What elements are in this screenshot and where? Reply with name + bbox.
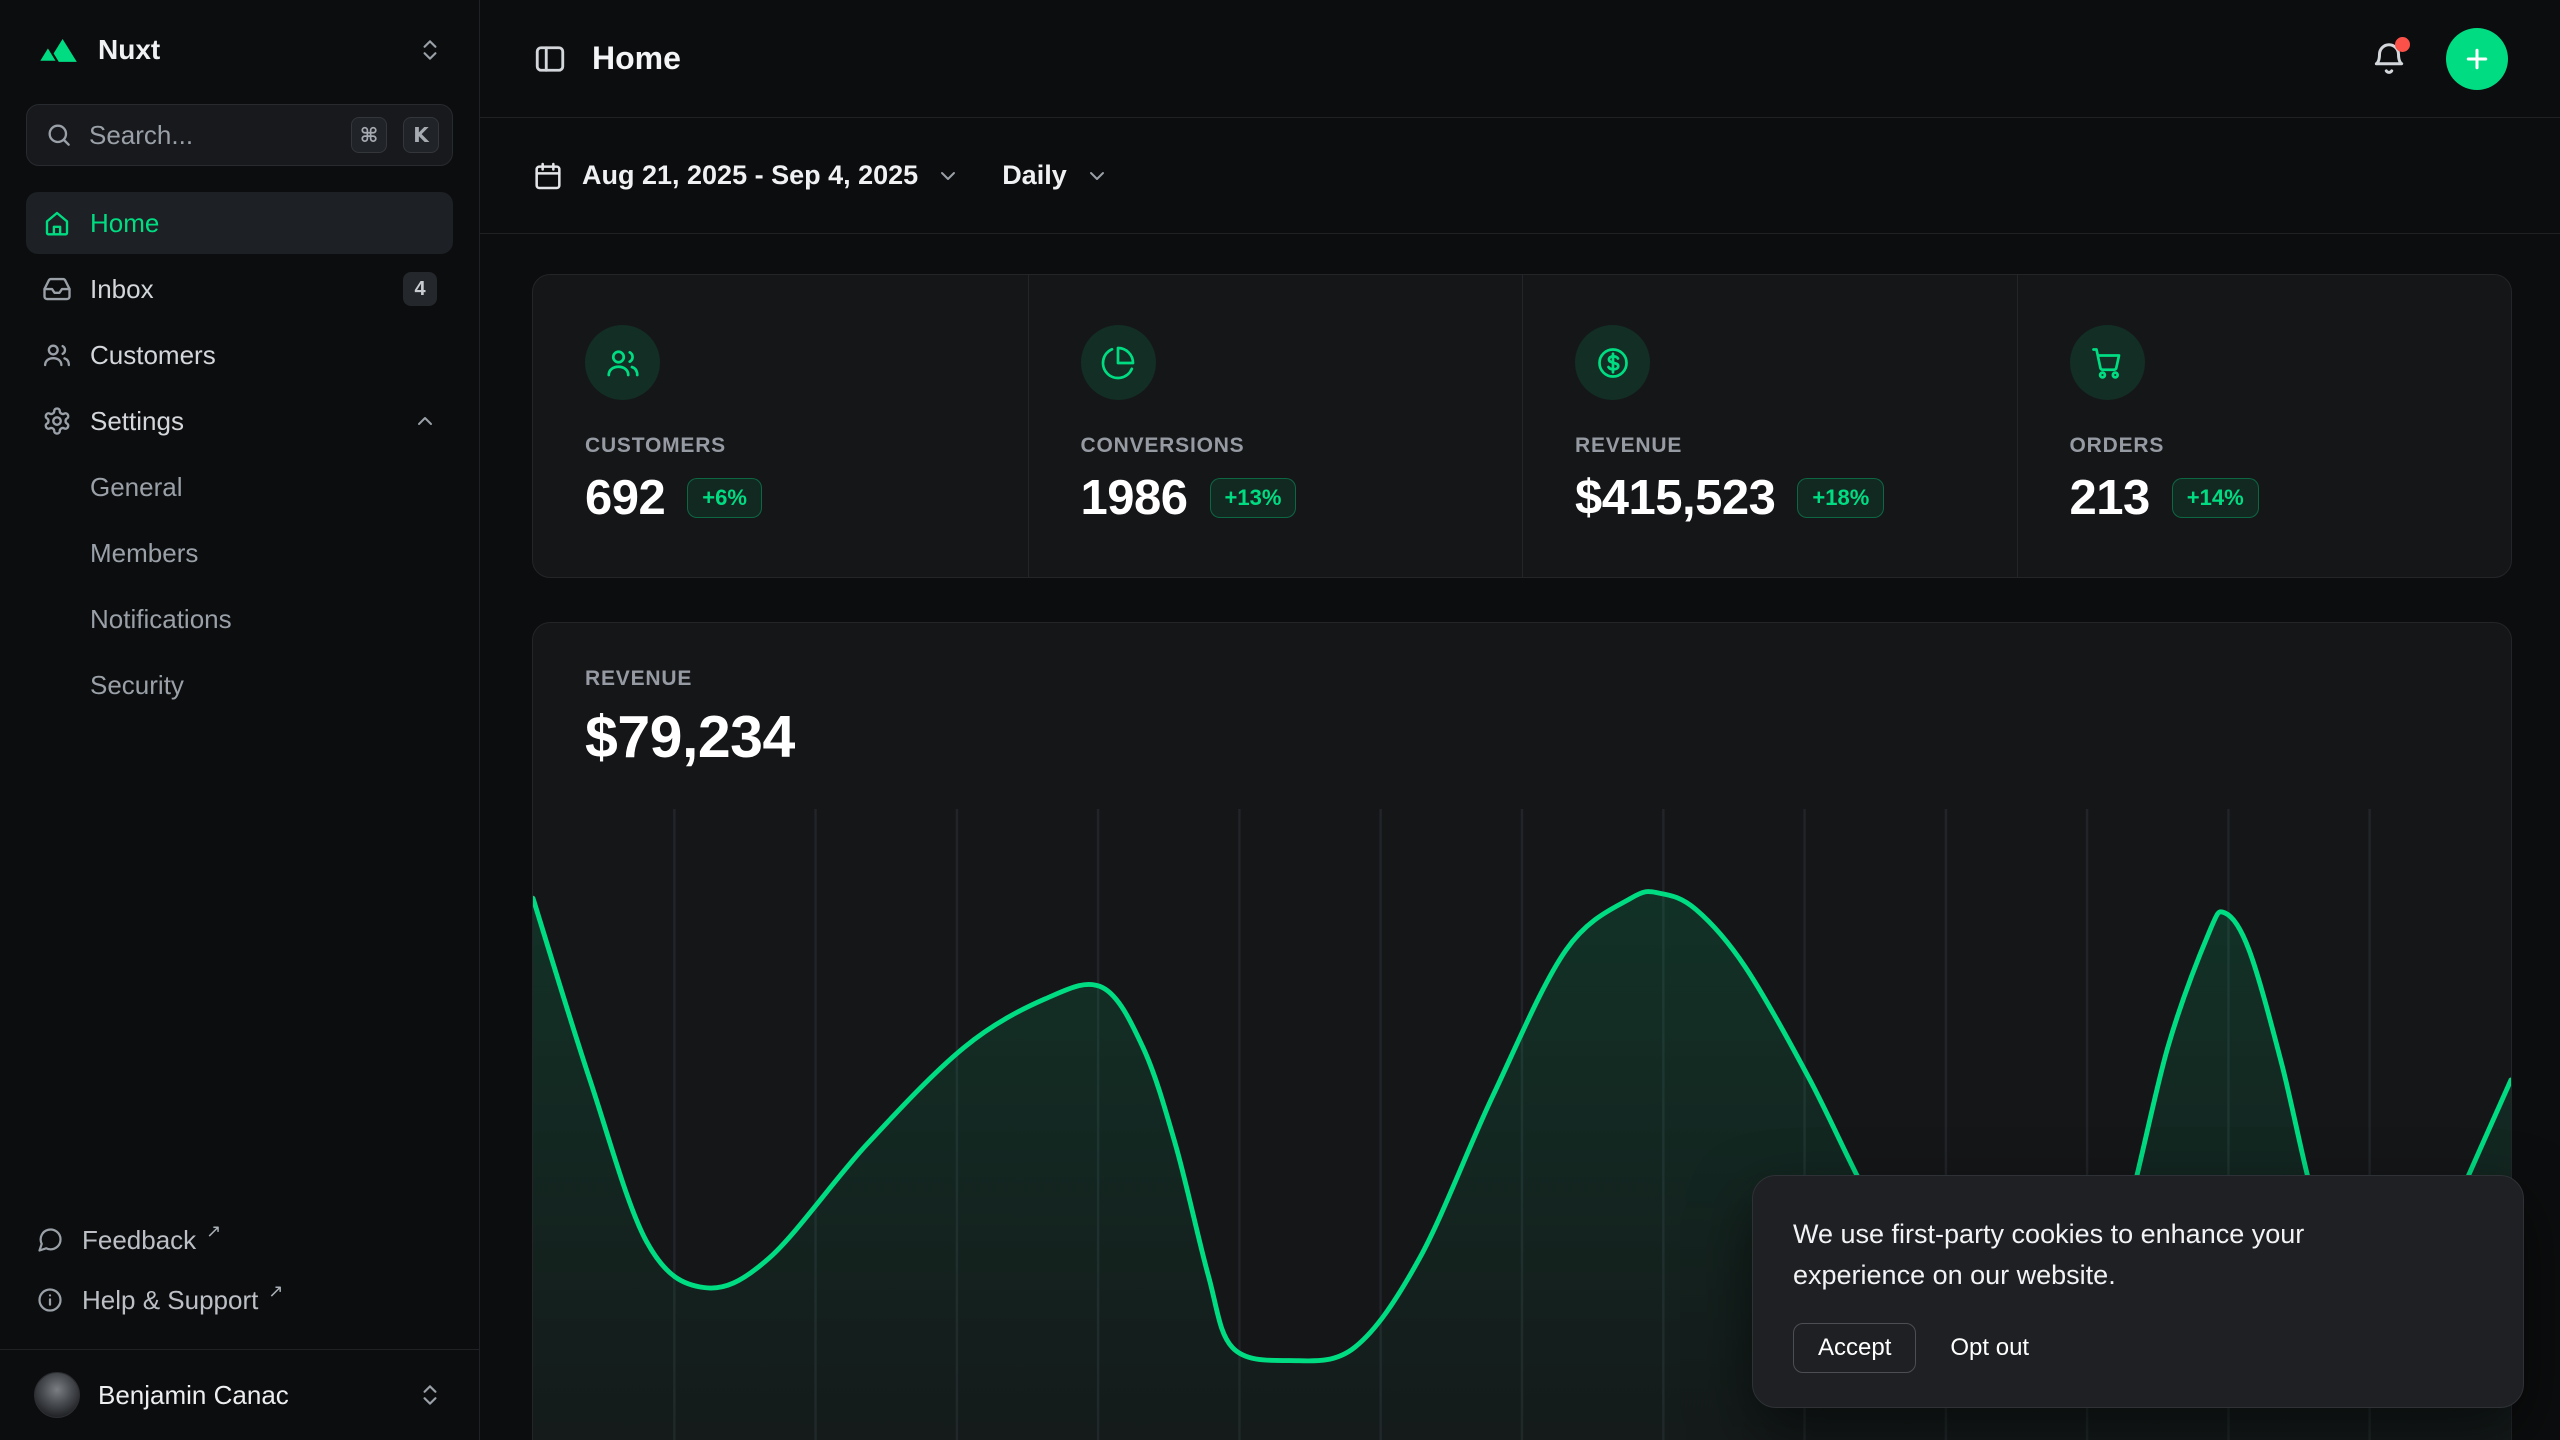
- stat-label: CONVERSIONS: [1081, 434, 1471, 458]
- stats-cards: CUSTOMERS 692 +6% CONVERSIONS 1986 +13%: [532, 274, 2512, 578]
- topbar-actions: [2370, 28, 2508, 90]
- nav-label: Settings: [90, 406, 184, 437]
- stat-value: 692: [585, 470, 665, 526]
- users-icon: [585, 325, 660, 400]
- stat-label: CUSTOMERS: [585, 434, 976, 458]
- collapse-sidebar-button[interactable]: [532, 41, 568, 77]
- nav-label: Home: [90, 208, 159, 239]
- revenue-chart-label: REVENUE: [585, 667, 2459, 691]
- user-menu[interactable]: Benjamin Canac: [0, 1349, 479, 1418]
- period-select[interactable]: Daily: [1002, 160, 1109, 191]
- stat-card-orders[interactable]: ORDERS 213 +14%: [2017, 275, 2512, 577]
- nuxt-logo-icon: [36, 35, 80, 65]
- chevron-down-icon: [936, 164, 960, 188]
- kbd-cmd-key: ⌘: [351, 117, 387, 153]
- user-name: Benjamin Canac: [98, 1380, 289, 1411]
- date-range-picker[interactable]: Aug 21, 2025 - Sep 4, 2025: [532, 160, 960, 192]
- stat-delta-badge: +18%: [1797, 478, 1884, 518]
- cookie-consent-toast: We use first-party cookies to enhance yo…: [1752, 1175, 2524, 1408]
- inbox-icon: [42, 274, 72, 304]
- org-selector[interactable]: Nuxt: [26, 26, 453, 74]
- stat-label: ORDERS: [2070, 434, 2460, 458]
- stat-card-customers[interactable]: CUSTOMERS 692 +6%: [533, 275, 1028, 577]
- notifications-button[interactable]: [2370, 40, 2408, 78]
- pie-chart-icon: [1081, 325, 1156, 400]
- stat-delta-badge: +6%: [687, 478, 762, 518]
- sidebar-item-settings[interactable]: Settings: [26, 390, 453, 452]
- nav-label: General: [90, 472, 183, 503]
- sidebar-nav: Home Inbox 4 Customers Settings: [26, 192, 453, 716]
- stat-delta-badge: +13%: [1210, 478, 1297, 518]
- optout-cookies-button[interactable]: Opt out: [1932, 1324, 2047, 1372]
- search-input[interactable]: Search... ⌘ K: [26, 104, 453, 166]
- inbox-count-badge: 4: [403, 272, 437, 306]
- sidebar: Nuxt Search... ⌘ K Home: [0, 0, 480, 1440]
- date-range-label: Aug 21, 2025 - Sep 4, 2025: [582, 160, 918, 191]
- add-button[interactable]: [2446, 28, 2508, 90]
- feedback-link[interactable]: Feedback ↗: [26, 1211, 453, 1269]
- gear-icon: [42, 406, 72, 436]
- search-placeholder: Search...: [89, 120, 335, 151]
- stat-card-revenue[interactable]: REVENUE $415,523 +18%: [1522, 275, 2017, 577]
- info-circle-icon: [36, 1286, 64, 1314]
- revenue-chart-value: $79,234: [585, 703, 2459, 771]
- message-bubble-icon: [36, 1226, 64, 1254]
- stat-value: 1986: [1081, 470, 1188, 526]
- cookie-message: We use first-party cookies to enhance yo…: [1793, 1214, 2393, 1295]
- notification-dot: [2395, 37, 2410, 52]
- stat-delta-badge: +14%: [2172, 478, 2259, 518]
- accept-cookies-button[interactable]: Accept: [1793, 1323, 1916, 1373]
- plus-icon: [2462, 44, 2492, 74]
- footer-label: Help & Support: [82, 1285, 258, 1316]
- sidebar-item-members[interactable]: Members: [26, 522, 453, 584]
- period-label: Daily: [1002, 160, 1067, 191]
- circle-dollar-icon: [1575, 325, 1650, 400]
- sidebar-item-security[interactable]: Security: [26, 654, 453, 716]
- sidebar-item-general[interactable]: General: [26, 456, 453, 518]
- sidebar-item-inbox[interactable]: Inbox 4: [26, 258, 453, 320]
- sidebar-item-customers[interactable]: Customers: [26, 324, 453, 386]
- stat-value: $415,523: [1575, 470, 1775, 526]
- sidebar-item-home[interactable]: Home: [26, 192, 453, 254]
- user-avatar: [34, 1372, 80, 1418]
- org-name: Nuxt: [98, 34, 160, 66]
- sidebar-footer: Feedback ↗ Help & Support ↗: [26, 1211, 453, 1337]
- nav-label: Notifications: [90, 604, 232, 635]
- nav-label: Inbox: [90, 274, 154, 305]
- chevron-up-icon: [413, 409, 437, 433]
- stat-label: REVENUE: [1575, 434, 1965, 458]
- kbd-k-key: K: [403, 117, 439, 153]
- chevrons-up-down-icon: [417, 1382, 443, 1408]
- calendar-icon: [532, 160, 564, 192]
- nav-label: Members: [90, 538, 198, 569]
- topbar: Home: [480, 0, 2560, 118]
- panel-left-icon: [532, 41, 568, 77]
- shopping-cart-icon: [2070, 325, 2145, 400]
- stat-card-conversions[interactable]: CONVERSIONS 1986 +13%: [1028, 275, 1523, 577]
- external-link-icon: ↗: [268, 1281, 283, 1302]
- nav-label: Security: [90, 670, 184, 701]
- toolbar: Aug 21, 2025 - Sep 4, 2025 Daily: [480, 118, 2560, 234]
- help-support-link[interactable]: Help & Support ↗: [26, 1271, 453, 1329]
- stat-value: 213: [2070, 470, 2150, 526]
- nav-label: Customers: [90, 340, 216, 371]
- chevrons-up-down-icon: [417, 37, 443, 63]
- footer-label: Feedback: [82, 1225, 196, 1256]
- chevron-down-icon: [1085, 164, 1109, 188]
- sidebar-item-notifications[interactable]: Notifications: [26, 588, 453, 650]
- search-icon: [45, 121, 73, 149]
- external-link-icon: ↗: [206, 1221, 221, 1242]
- page-title: Home: [592, 40, 681, 77]
- home-icon: [42, 208, 72, 238]
- users-icon: [42, 340, 72, 370]
